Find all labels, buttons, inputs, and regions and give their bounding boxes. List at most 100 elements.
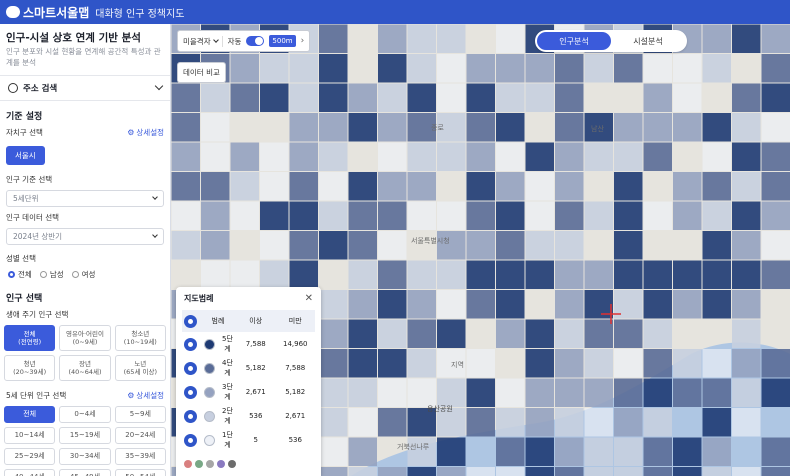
map-label-ferry: 거북선나루: [397, 443, 430, 451]
lifecycle-child-button[interactable]: 영유아·어린이 (0~9세): [59, 324, 111, 351]
close-icon[interactable]: ✕: [305, 293, 313, 304]
grid-cell: [525, 142, 554, 171]
grid-cell: [555, 54, 584, 83]
legend-swatch: [204, 386, 215, 398]
lifecycle-middle-button[interactable]: 장년 (40~64세): [59, 354, 111, 381]
legend-swatch: [204, 410, 215, 422]
app-header: 스마트서울맵 대화형 인구 정책지도: [0, 0, 790, 24]
lifecycle-all-button[interactable]: 전체 (전연령): [4, 324, 56, 351]
data-compare-button[interactable]: 데이터 비교: [177, 62, 226, 83]
grid-cell: [525, 319, 554, 348]
district-seoul-button[interactable]: 서울시: [6, 145, 45, 165]
legend-max: 2,671: [285, 412, 306, 420]
age5-button[interactable]: 0~4세: [59, 405, 111, 423]
grid-cell: [555, 172, 584, 201]
age5-button[interactable]: 50~54세: [114, 468, 166, 476]
grid-cell: [289, 172, 318, 201]
tab-facility[interactable]: 시설분석: [611, 32, 685, 50]
grid-cell: [319, 290, 348, 319]
grid-cell: [525, 378, 554, 407]
legend-max: 14,960: [283, 340, 308, 348]
app-logo[interactable]: 스마트서울맵: [6, 4, 89, 21]
chevron-down-icon[interactable]: [154, 82, 164, 91]
grid-cell: [407, 290, 436, 319]
gender-radio-all[interactable]: 전체: [8, 269, 32, 280]
grid-cell: [614, 260, 643, 289]
auto-toggle[interactable]: [246, 36, 265, 46]
age5-detail-link[interactable]: ⚙ 상세설정: [127, 390, 164, 401]
grid-cell: [319, 378, 348, 407]
eye-icon[interactable]: [184, 409, 197, 423]
grid-cell: [378, 83, 407, 112]
chevron-right-icon[interactable]: ›: [301, 36, 305, 46]
eye-icon[interactable]: [184, 361, 197, 375]
age5-button[interactable]: 15~19세: [59, 426, 111, 444]
grid-cell: [437, 437, 466, 466]
grid-cell: [584, 467, 613, 476]
lifecycle-label: 생애 주기 인구 선택: [6, 309, 69, 319]
grid-cell: [643, 201, 672, 230]
legend-min: 536: [249, 412, 263, 420]
grid-unit-select[interactable]: 미을격자: [183, 35, 223, 47]
legend-row: 1단계 5 536: [182, 428, 315, 452]
grid-cell: [348, 349, 377, 378]
grid-size-badge[interactable]: 500m: [269, 35, 296, 47]
grid-cell: [496, 437, 525, 466]
grid-cell: [378, 113, 407, 142]
grid-cell: [702, 113, 731, 142]
grid-cell: [643, 437, 672, 466]
district-detail-link[interactable]: ⚙ 상세설정: [127, 127, 164, 138]
pop-basis-select[interactable]: 5세단위: [6, 189, 164, 207]
age5-button[interactable]: 25~29세: [4, 447, 56, 465]
color-swatch[interactable]: [228, 460, 236, 468]
color-swatch[interactable]: [217, 460, 225, 468]
grid-cell: [584, 260, 613, 289]
eye-icon[interactable]: [184, 337, 197, 351]
tab-population[interactable]: 인구분석: [537, 32, 611, 50]
search-pin-icon: [8, 82, 18, 93]
age5-button[interactable]: 45~49세: [59, 468, 111, 476]
grid-cell: [614, 437, 643, 466]
legend-min: 7,588: [245, 340, 266, 348]
age5-button[interactable]: 10~14세: [4, 426, 56, 444]
grid-cell: [761, 113, 790, 142]
age5-button[interactable]: 전체: [4, 405, 56, 423]
grid-cell: [437, 142, 466, 171]
grid-cell: [496, 319, 525, 348]
eye-icon[interactable]: [184, 433, 197, 447]
age5-button[interactable]: 40~44세: [4, 468, 56, 476]
grid-cell: [732, 142, 761, 171]
address-search-label: 주소 검색: [23, 83, 58, 94]
grid-cell: [348, 260, 377, 289]
eye-icon[interactable]: [184, 385, 197, 399]
pop-data-select[interactable]: 2024년 상반기: [6, 227, 164, 245]
grid-cell: [732, 467, 761, 476]
legend-row: 2단계 536 2,671: [182, 404, 315, 428]
address-search[interactable]: 주소 검색: [0, 74, 170, 101]
grid-cell: [378, 467, 407, 476]
grid-cell: [525, 83, 554, 112]
color-swatch[interactable]: [195, 460, 203, 468]
grid-cell: [643, 142, 672, 171]
legend-min: 5: [253, 436, 258, 444]
age5-button[interactable]: 20~24세: [114, 426, 166, 444]
grid-cell: [643, 349, 672, 378]
age5-button[interactable]: 5~9세: [114, 405, 166, 423]
color-swatch[interactable]: [206, 460, 214, 468]
lifecycle-youth-button[interactable]: 청년 (20~39세): [4, 354, 56, 381]
lifecycle-teen-button[interactable]: 청소년 (10~19세): [114, 324, 166, 351]
age5-button[interactable]: 30~34세: [59, 447, 111, 465]
grid-cell: [732, 113, 761, 142]
grid-cell: [437, 378, 466, 407]
grid-cell: [466, 201, 495, 230]
gender-radio-female[interactable]: 여성: [71, 269, 95, 280]
lifecycle-senior-button[interactable]: 노년 (65세 이상): [114, 354, 166, 381]
grid-cell: [378, 201, 407, 230]
map-label-area: 지역: [451, 361, 464, 369]
gender-radio-male[interactable]: 남성: [39, 269, 64, 280]
grid-cell: [673, 378, 702, 407]
grid-cell: [407, 83, 436, 112]
color-swatch[interactable]: [184, 460, 192, 468]
eye-icon[interactable]: [184, 314, 197, 328]
age5-button[interactable]: 35~39세: [114, 447, 166, 465]
